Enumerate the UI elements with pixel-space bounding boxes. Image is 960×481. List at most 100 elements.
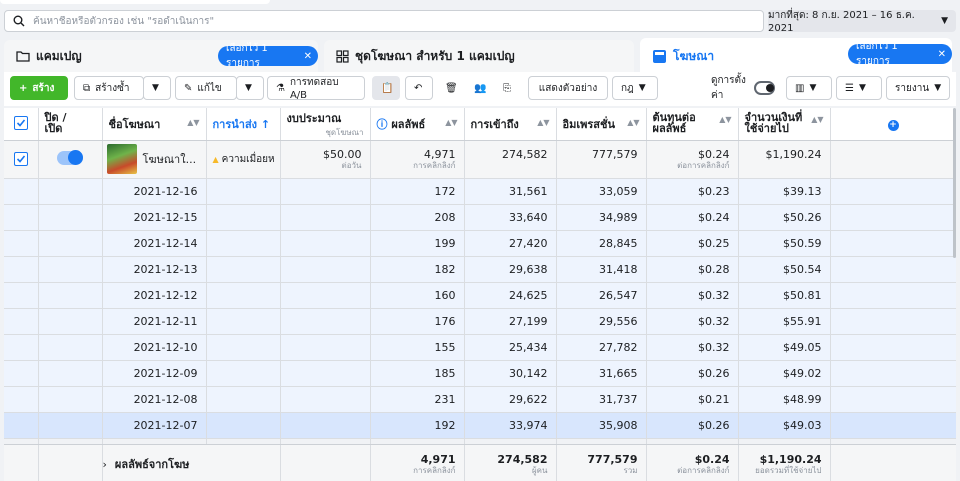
col-results[interactable]: ⓘ ผลลัพธ์ ▲▼ bbox=[370, 108, 465, 141]
audience-button[interactable]: 👥 bbox=[465, 76, 491, 100]
daily-results-cell: 192 bbox=[370, 412, 465, 439]
daily-row[interactable]: 2021-12-14 199 27,420 28,845 $0.25 $50.59 bbox=[4, 230, 956, 257]
clipboard-button[interactable]: 📋 bbox=[372, 76, 400, 100]
close-icon[interactable]: ✕ bbox=[938, 49, 946, 60]
col-ad-name[interactable]: ชื่อโฆษณา ▲▼ bbox=[102, 108, 207, 141]
select-all-checkbox[interactable] bbox=[4, 108, 39, 141]
add-column-button[interactable]: + bbox=[830, 108, 956, 141]
daily-row[interactable]: 2021-12-12 160 24,625 26,547 $0.32 $50.81 bbox=[4, 282, 956, 309]
daily-empty-cell bbox=[206, 308, 281, 335]
daily-empty-cell bbox=[38, 360, 103, 387]
daily-row[interactable]: 2021-12-13 182 29,638 31,418 $0.28 $50.54 bbox=[4, 256, 956, 283]
create-button[interactable]: + สร้าง bbox=[10, 76, 68, 100]
col-amount-spent[interactable]: จำนวนเงินที่ ใช้จ่ายไป ▲▼ bbox=[738, 108, 831, 141]
daily-row[interactable]: 2021-12-10 155 25,434 27,782 $0.32 $49.05 bbox=[4, 334, 956, 361]
tab-ad-sets[interactable]: ชุดโฆษณา สำหรับ 1 แคมเปญ bbox=[324, 40, 634, 72]
daily-date: 2021-12-12 bbox=[133, 288, 198, 302]
tag-button[interactable]: ⎘ bbox=[494, 76, 520, 100]
checkbox[interactable] bbox=[13, 151, 28, 166]
report-button[interactable]: รายงาน ▼ bbox=[886, 76, 950, 100]
col-cost-per-result[interactable]: ต้นทุนต่อ ผลลัพธ์ ▲▼ bbox=[646, 108, 739, 141]
ad-results: 4,971 bbox=[424, 147, 456, 161]
ad-name[interactable]: โฆษณาใ... bbox=[143, 150, 197, 168]
daily-empty-cell bbox=[280, 308, 371, 335]
daily-row[interactable]: 2021-12-07 192 33,974 35,908 $0.26 $49.03 bbox=[4, 412, 956, 439]
daily-row[interactable]: 2021-12-15 208 33,640 34,989 $0.24 $50.26 bbox=[4, 204, 956, 231]
daily-empty-cell bbox=[206, 256, 281, 283]
duplicate-button[interactable]: ⧉ สร้างซ้ำ bbox=[74, 76, 144, 100]
col-impressions[interactable]: อิมเพรสชั่น ▲▼ bbox=[556, 108, 647, 141]
totals-reach-cell: 274,582 ผู้คน bbox=[464, 444, 557, 481]
daily-impressions-cell: 31,665 bbox=[556, 360, 647, 387]
col-reach[interactable]: การเข้าถึง ▲▼ bbox=[464, 108, 557, 141]
warning-icon: ▲ bbox=[212, 154, 219, 164]
search-input[interactable] bbox=[33, 15, 733, 27]
ad-selection-pill[interactable]: เลือกไว้ 1 รายการ ✕ bbox=[848, 41, 952, 67]
view-setup-toggle[interactable]: ดูการตั้งค่า bbox=[702, 75, 784, 101]
tab-campaigns[interactable]: แคมเปญ เลือกไว้ 1 รายการ ✕ bbox=[4, 40, 318, 72]
columns-button[interactable]: ▥ ▼ bbox=[786, 76, 832, 100]
daily-impressions-cell: 31,737 bbox=[556, 386, 647, 413]
rules-button[interactable]: กฎ ▼ bbox=[612, 76, 658, 100]
daily-cpr-cell: $0.21 bbox=[646, 386, 739, 413]
campaign-selection-label: เลือกไว้ 1 รายการ bbox=[226, 43, 268, 69]
report-label: รายงาน bbox=[895, 82, 930, 94]
date-range-picker[interactable]: มากที่สุด: 8 ก.ย. 2021 – 16 ธ.ค. 2021 ▼ bbox=[768, 10, 956, 34]
daily-empty-cell bbox=[830, 256, 956, 283]
daily-cpr-cell: $0.28 bbox=[646, 256, 739, 283]
daily-row[interactable]: 2021-12-08 231 29,622 31,737 $0.21 $48.99 bbox=[4, 386, 956, 413]
campaign-selection-pill[interactable]: เลือกไว้ 1 รายการ ✕ bbox=[218, 43, 318, 69]
daily-date-cell: 2021-12-11 bbox=[102, 308, 207, 335]
col-budget[interactable]: งบประมาณ ชุดโฆษณา bbox=[280, 108, 371, 141]
daily-empty-cell bbox=[280, 256, 371, 283]
delete-button[interactable]: 🗑 bbox=[436, 76, 462, 100]
undo-button[interactable]: ↶ bbox=[405, 76, 433, 100]
totals-reach: 274,582 bbox=[497, 452, 548, 466]
totals-label-cell[interactable]: › ผลลัพธ์จากโฆษ bbox=[102, 444, 281, 481]
daily-empty-cell bbox=[280, 204, 371, 231]
plus-circle-icon[interactable]: + bbox=[887, 119, 899, 131]
tab-ads[interactable]: โฆษณา เลือกไว้ 1 รายการ ✕ bbox=[640, 38, 952, 74]
ad-results-sub: การคลิกลิงก์ bbox=[413, 160, 456, 170]
chevron-right-icon[interactable]: › bbox=[103, 458, 107, 471]
checkbox[interactable] bbox=[13, 116, 28, 131]
ad-row[interactable]: โฆษณาใ... ▲ ความเมื่อยห $50.00 ต่อวัน 4,97… bbox=[4, 140, 956, 179]
totals-spent: $1,190.24 bbox=[759, 452, 822, 466]
daily-impressions-cell: 31,418 bbox=[556, 256, 647, 283]
close-icon[interactable]: ✕ bbox=[304, 51, 312, 62]
daily-reach-cell: 29,622 bbox=[464, 386, 557, 413]
flask-icon: ⚗ bbox=[276, 82, 285, 94]
ab-test-button[interactable]: ⚗ การทดสอบ A/B bbox=[267, 76, 365, 101]
breakdown-icon: ☰ bbox=[845, 82, 854, 94]
daily-row[interactable]: 2021-12-16 172 31,561 33,059 $0.23 $39.13 bbox=[4, 178, 956, 205]
daily-row[interactable]: 2021-12-09 185 30,142 31,665 $0.26 $49.02 bbox=[4, 360, 956, 387]
edit-dropdown[interactable]: ▼ bbox=[236, 76, 264, 100]
search-bar[interactable] bbox=[4, 10, 764, 32]
breakdown-button[interactable]: ☰ ▼ bbox=[836, 76, 882, 100]
duplicate-dropdown[interactable]: ▼ bbox=[143, 76, 171, 100]
daily-empty-cell bbox=[38, 178, 103, 205]
daily-reach: 29,622 bbox=[509, 392, 548, 406]
preview-button[interactable]: แสดงตัวอย่าง bbox=[528, 76, 608, 100]
daily-impressions: 31,665 bbox=[599, 366, 638, 380]
people-icon: 👥 bbox=[474, 82, 487, 94]
totals-label: ผลลัพธ์จากโฆษ bbox=[114, 458, 190, 471]
view-setup-switch[interactable] bbox=[753, 81, 775, 95]
ad-budget-cell: $50.00 ต่อวัน bbox=[280, 140, 371, 179]
info-icon: ⓘ bbox=[376, 117, 392, 131]
daily-reach: 24,625 bbox=[509, 288, 548, 302]
scrollbar[interactable] bbox=[953, 108, 956, 258]
daily-reach: 33,640 bbox=[509, 210, 548, 224]
daily-row[interactable]: 2021-12-11 176 27,199 29,556 $0.32 $55.91 bbox=[4, 308, 956, 335]
col-delivery[interactable]: การนำส่ง ↑ bbox=[206, 108, 281, 141]
edit-button[interactable]: ✎ แก้ไข bbox=[175, 76, 237, 100]
undo-icon: ↶ bbox=[414, 82, 423, 94]
daily-empty-cell bbox=[280, 412, 371, 439]
ad-impressions-cell: 777,579 bbox=[556, 140, 647, 179]
col-on-off[interactable]: ปิด / เปิด bbox=[38, 108, 103, 141]
ad-row-checkbox[interactable] bbox=[4, 140, 39, 179]
daily-reach-cell: 25,434 bbox=[464, 334, 557, 361]
daily-date: 2021-12-10 bbox=[133, 340, 198, 354]
ad-on-toggle[interactable] bbox=[57, 149, 83, 165]
ad-name-cell[interactable]: โฆษณาใ... bbox=[102, 140, 207, 179]
